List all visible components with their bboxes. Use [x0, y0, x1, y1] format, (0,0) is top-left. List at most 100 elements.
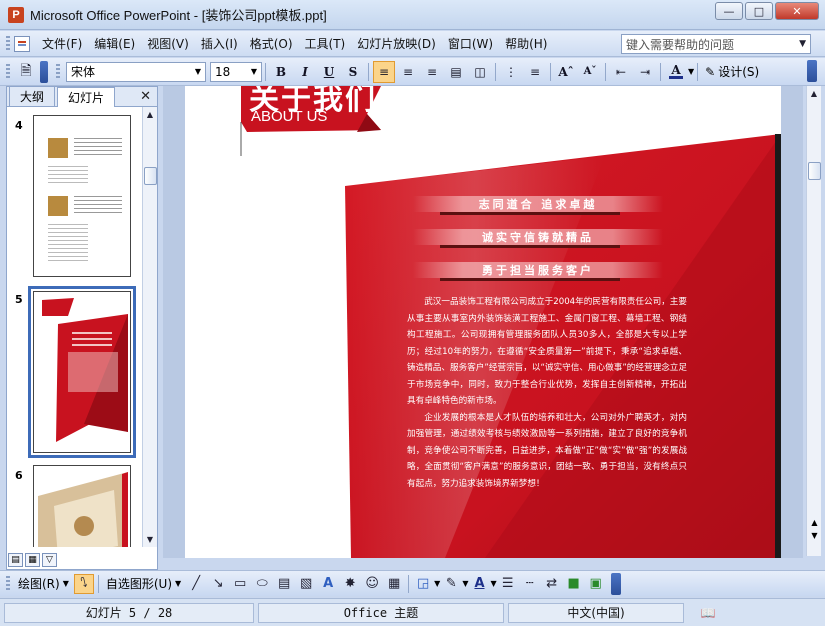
vertical-text-icon[interactable]: ◫	[469, 61, 491, 83]
toolbar-divider	[97, 574, 99, 593]
diagram-icon[interactable]: ✸	[340, 574, 360, 594]
chevron-down-icon[interactable]: ▼	[799, 39, 806, 49]
decrease-indent-icon[interactable]: ⇤	[610, 61, 632, 83]
chevron-down-icon[interactable]: ▼	[490, 579, 496, 588]
toolbar-grip-icon[interactable]	[6, 63, 10, 80]
slide-canvas[interactable]: 关于我们 ABOUT US 志同道合 追求卓越 诚实守信铸就精品 勇于担当服务客…	[185, 86, 781, 558]
toolbar-options-icon[interactable]	[807, 60, 817, 82]
toolbar-grip-icon[interactable]	[6, 575, 10, 592]
menu-format[interactable]: 格式(O)	[244, 33, 299, 54]
arrow-style-icon[interactable]: ⇄	[542, 574, 562, 594]
slogan-3[interactable]: 勇于担当服务客户	[413, 262, 663, 278]
scroll-down-icon[interactable]: ▼	[143, 532, 157, 547]
menu-tools[interactable]: 工具(T)	[299, 33, 352, 54]
rectangle-icon[interactable]: ▭	[230, 574, 250, 594]
arrow-icon[interactable]: ↘	[208, 574, 228, 594]
menu-view[interactable]: 视图(V)	[141, 33, 195, 54]
bullet-list-icon[interactable]: ≡	[524, 61, 546, 83]
numbered-list-icon[interactable]: ⋮	[500, 61, 522, 83]
tab-slides[interactable]: 幻灯片	[57, 87, 116, 107]
toolbar-options-icon[interactable]	[40, 60, 48, 83]
spellcheck-icon[interactable]: 📖	[688, 603, 728, 623]
close-icon[interactable]: ✕	[140, 89, 151, 104]
clipart-icon[interactable]: ☺	[362, 574, 382, 594]
new-document-icon[interactable]: 🗎	[15, 61, 37, 83]
slide-thumbnail-5[interactable]	[28, 286, 136, 458]
oval-icon[interactable]: ⬭	[252, 574, 272, 594]
help-search-input[interactable]: 键入需要帮助的问题 ▼	[621, 34, 811, 54]
minimize-button[interactable]: —	[715, 2, 743, 20]
dash-style-icon[interactable]: ┄	[520, 574, 540, 594]
normal-view-icon[interactable]: ▤	[8, 553, 23, 567]
toolbar-options-icon[interactable]	[610, 572, 621, 595]
picture-icon[interactable]: ▦	[384, 574, 404, 594]
font-name-select[interactable]: 宋体 ▼	[66, 61, 206, 82]
slide-body-text[interactable]: 武汉一品装饰工程有限公司成立于2004年的民营有限责任公司，主要从事主要从事室内…	[407, 294, 687, 492]
distribute-icon[interactable]: ▤	[445, 61, 467, 83]
scroll-up-icon[interactable]: ▲	[807, 86, 821, 101]
chevron-down-icon[interactable]: ▼	[195, 67, 201, 76]
slide-thumbnail-6[interactable]	[33, 465, 131, 547]
slide-editing-area: 关于我们 ABOUT US 志同道合 追求卓越 诚实守信铸就精品 勇于担当服务客…	[163, 86, 803, 558]
thumbnails-scrollbar[interactable]: ▲ ▼	[142, 107, 157, 547]
menu-edit[interactable]: 编辑(E)	[88, 33, 141, 54]
font-color-button[interactable]: A	[665, 61, 687, 83]
align-left-icon[interactable]: ≡	[373, 60, 395, 83]
autoshapes-button[interactable]: 自选图形(U) ▼	[102, 575, 185, 592]
3d-style-icon[interactable]: ▣	[586, 574, 606, 594]
font-name-value: 宋体	[71, 65, 96, 79]
chevron-down-icon[interactable]: ▼	[251, 67, 257, 76]
toolbar-divider	[368, 62, 369, 81]
document-menu-icon[interactable]	[14, 35, 30, 52]
slogan-2[interactable]: 诚实守信铸就精品	[413, 229, 663, 245]
menu-insert[interactable]: 插入(I)	[195, 33, 244, 54]
chevron-down-icon[interactable]: ▼	[688, 67, 694, 76]
scrollbar-thumb[interactable]	[144, 167, 157, 185]
slogan-underline	[440, 212, 620, 215]
menu-slideshow[interactable]: 幻灯片放映(D)	[351, 33, 442, 54]
chevron-down-icon[interactable]: ▼	[434, 579, 440, 588]
scrollbar-thumb[interactable]	[808, 162, 821, 180]
previous-slide-icon[interactable]: ▲	[808, 516, 821, 529]
draw-menu-button[interactable]: 绘图(R) ▼	[14, 575, 73, 592]
maximize-button[interactable]: □	[745, 2, 773, 20]
increase-indent-icon[interactable]: ⇥	[634, 61, 656, 83]
decrease-font-icon[interactable]: Aˇ	[579, 61, 601, 83]
slogan-1[interactable]: 志同道合 追求卓越	[413, 196, 663, 212]
textbox-icon[interactable]: ▤	[274, 574, 294, 594]
increase-font-icon[interactable]: Aˆ	[555, 61, 577, 83]
line-icon[interactable]: ╱	[186, 574, 206, 594]
italic-button[interactable]: I	[294, 61, 316, 83]
bold-button[interactable]: B	[270, 61, 292, 83]
select-pointer-icon[interactable]: ⭛	[73, 573, 94, 594]
tab-outline[interactable]: 大纲	[9, 86, 56, 106]
close-button[interactable]: ✕	[775, 2, 819, 20]
shadow-style-icon[interactable]: ■	[564, 574, 584, 594]
vertical-textbox-icon[interactable]: ▧	[296, 574, 316, 594]
slide-thumbnail-4[interactable]	[33, 115, 131, 277]
align-right-icon[interactable]: ≡	[421, 61, 443, 83]
font-size-select[interactable]: 18 ▼	[210, 61, 262, 82]
shadow-button[interactable]: S	[342, 61, 364, 83]
design-button[interactable]: ✎ 设计(S)	[701, 63, 763, 80]
slide-sorter-icon[interactable]: ▦	[25, 553, 40, 567]
toolbar-grip-icon[interactable]	[56, 63, 60, 80]
menu-help[interactable]: 帮助(H)	[499, 33, 553, 54]
slideshow-icon[interactable]: ▽	[42, 553, 57, 567]
scroll-up-icon[interactable]: ▲	[143, 107, 157, 122]
slide-scrollbar[interactable]: ▲ ▲ ▼	[806, 86, 821, 556]
wordart-icon[interactable]: A	[318, 574, 338, 594]
toolbar-grip-icon[interactable]	[6, 35, 10, 52]
line-color-icon[interactable]: ✎	[441, 574, 461, 594]
fill-color-icon[interactable]: ◲	[413, 574, 433, 594]
line-style-icon[interactable]: ☰	[498, 574, 518, 594]
menu-file[interactable]: 文件(F)	[36, 33, 88, 54]
underline-button[interactable]: U	[318, 61, 340, 83]
slide-heading-en[interactable]: ABOUT US	[251, 108, 327, 125]
align-center-icon[interactable]: ≡	[397, 61, 419, 83]
chevron-down-icon[interactable]: ▼	[462, 579, 468, 588]
theme-status[interactable]: Office 主题	[258, 602, 504, 623]
font-color-icon[interactable]: A	[469, 574, 489, 594]
next-slide-icon[interactable]: ▼	[808, 529, 821, 542]
menu-window[interactable]: 窗口(W)	[442, 33, 499, 54]
